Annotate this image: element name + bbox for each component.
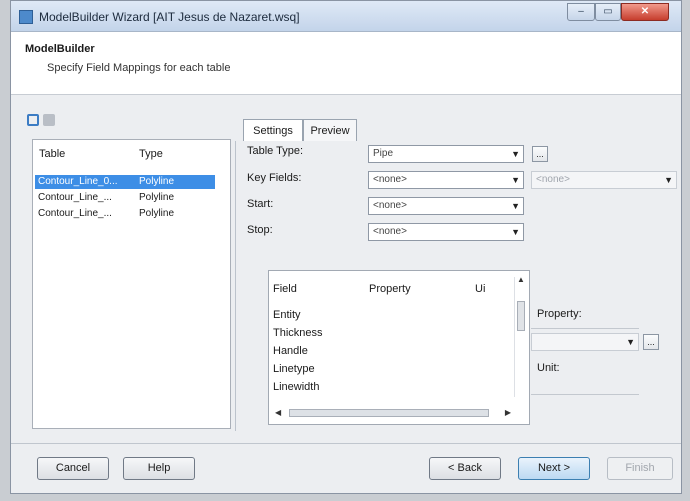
- unit-field: [531, 394, 639, 395]
- table-name: Contour_Line_0...: [38, 176, 118, 187]
- list-item[interactable]: Handle: [273, 345, 308, 357]
- table-type-value: Pipe: [373, 148, 394, 159]
- property-column-header[interactable]: Property: [369, 283, 411, 295]
- tables-list[interactable]: Table Type Contour_Line_0... Polyline Co…: [32, 139, 231, 429]
- scrollbar-thumb[interactable]: [517, 301, 525, 331]
- list-item[interactable]: Thickness: [273, 327, 323, 339]
- wizard-header: ModelBuilder Specify Field Mappings for …: [11, 32, 681, 95]
- tab-preview[interactable]: Preview: [303, 119, 357, 141]
- table-type-browse-button[interactable]: ...: [532, 146, 548, 162]
- table-type: Polyline: [139, 192, 175, 203]
- table-row[interactable]: Contour_Line_... Polyline: [35, 191, 215, 205]
- list-item[interactable]: Linetype: [273, 363, 315, 375]
- stop-value: <none>: [373, 226, 407, 237]
- table-type: Polyline: [139, 208, 175, 219]
- start-dropdown[interactable]: <none> ▼: [368, 197, 524, 215]
- window-title: ModelBuilder Wizard [AIT Jesus de Nazare…: [39, 10, 300, 24]
- scroll-left-icon[interactable]: ◀: [275, 408, 281, 417]
- key-fields-secondary-dropdown: <none> ▼: [531, 171, 677, 189]
- title-bar: ModelBuilder Wizard [AIT Jesus de Nazare…: [11, 1, 681, 32]
- footer-divider: [11, 443, 681, 444]
- key-fields-secondary-value: <none>: [536, 174, 570, 185]
- chevron-down-icon: ▼: [511, 175, 520, 185]
- property-divider: [531, 328, 639, 329]
- unit-label: Unit:: [537, 362, 560, 374]
- chevron-down-icon: ▼: [511, 149, 520, 159]
- property-browse-button[interactable]: ...: [643, 334, 659, 350]
- vertical-scrollbar[interactable]: ▲: [514, 275, 527, 397]
- select-all-icon[interactable]: [27, 114, 39, 126]
- list-item[interactable]: Linewidth: [273, 381, 319, 393]
- maximize-button[interactable]: ▭: [595, 3, 621, 21]
- delete-icon[interactable]: [43, 114, 55, 126]
- back-button[interactable]: < Back: [429, 457, 501, 480]
- key-fields-dropdown[interactable]: <none> ▼: [368, 171, 524, 189]
- table-type-dropdown[interactable]: Pipe ▼: [368, 145, 524, 163]
- scroll-right-icon[interactable]: ▶: [505, 408, 511, 417]
- wizard-window: ModelBuilder Wizard [AIT Jesus de Nazare…: [10, 0, 682, 494]
- property-label: Property:: [537, 308, 582, 320]
- tab-settings[interactable]: Settings: [243, 119, 303, 141]
- cancel-button[interactable]: Cancel: [37, 457, 109, 480]
- stop-dropdown[interactable]: <none> ▼: [368, 223, 524, 241]
- list-item[interactable]: Entity: [273, 309, 301, 321]
- app-icon: [19, 10, 33, 24]
- key-fields-value: <none>: [373, 174, 407, 185]
- start-label: Start:: [247, 198, 274, 210]
- minimize-button[interactable]: –: [567, 3, 595, 21]
- scrollbar-thumb[interactable]: [289, 409, 489, 417]
- stop-label: Stop:: [247, 224, 273, 236]
- field-column-header[interactable]: Field: [273, 283, 297, 295]
- table-row[interactable]: Contour_Line_... Polyline: [35, 207, 215, 221]
- table-column-header[interactable]: Table: [39, 148, 65, 160]
- table-type: Polyline: [139, 176, 175, 187]
- finish-button: Finish: [607, 457, 673, 480]
- table-name: Contour_Line_...: [38, 192, 112, 203]
- scroll-up-icon[interactable]: ▲: [517, 275, 525, 284]
- close-button[interactable]: ✕: [621, 3, 669, 21]
- chevron-down-icon: ▼: [626, 337, 635, 347]
- chevron-down-icon: ▼: [511, 227, 520, 237]
- unit-column-header[interactable]: Ui: [475, 283, 485, 295]
- header-title: ModelBuilder: [25, 43, 95, 55]
- chevron-down-icon: ▼: [664, 175, 673, 185]
- next-button[interactable]: Next >: [518, 457, 590, 480]
- header-subtitle: Specify Field Mappings for each table: [47, 62, 231, 74]
- table-row[interactable]: Contour_Line_0... Polyline: [35, 175, 215, 189]
- table-name: Contour_Line_...: [38, 208, 112, 219]
- property-dropdown: ▼: [531, 333, 639, 351]
- chevron-down-icon: ▼: [511, 201, 520, 211]
- table-type-label: Table Type:: [247, 145, 304, 157]
- start-value: <none>: [373, 200, 407, 211]
- horizontal-scrollbar[interactable]: ◀ ▶: [275, 408, 511, 418]
- help-button[interactable]: Help: [123, 457, 195, 480]
- field-mapping-list[interactable]: Field Property Ui Entity Thickness Handl…: [268, 270, 530, 425]
- type-column-header[interactable]: Type: [139, 148, 163, 160]
- key-fields-label: Key Fields:: [247, 172, 302, 184]
